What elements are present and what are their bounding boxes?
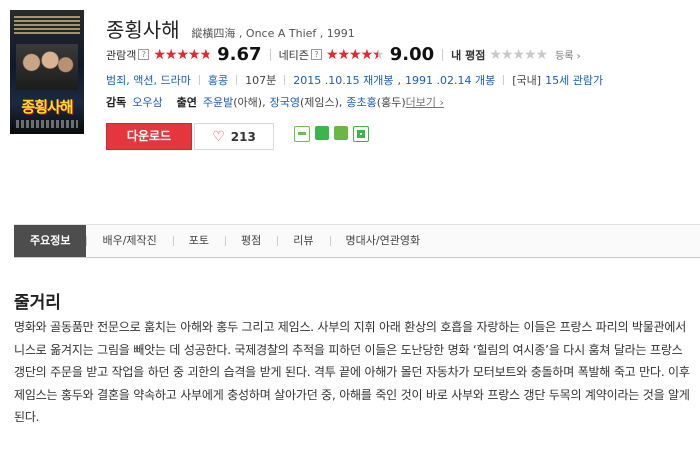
release-date-link[interactable]: 1991 .02.14 개봉 (405, 72, 495, 88)
line-share-icon[interactable] (315, 126, 329, 140)
movie-title: 종횡사해 (106, 18, 180, 42)
heart-icon: ♡ (212, 128, 225, 145)
tab-cast-crew[interactable]: 배우/제작진 (86, 225, 172, 257)
more-cast-link[interactable]: 더보기 › (406, 94, 444, 110)
my-rating-stars[interactable]: ★★★★★★★★★★ (489, 46, 548, 63)
tab-quotes-related[interactable]: 명대사/연관영화 (329, 225, 437, 257)
netizen-help-icon[interactable]: ? (310, 49, 322, 60)
share-icons (294, 126, 369, 142)
movie-poster[interactable]: 종횡사해 (10, 10, 84, 134)
title-row: 종횡사해 縱橫四海 , Once A Thief , 1991 (106, 14, 355, 43)
audience-score: 9.67 (217, 44, 262, 65)
band-share-icon[interactable] (334, 126, 348, 140)
runtime: 107분 (245, 74, 277, 87)
tab-photo[interactable]: 포토 (172, 225, 225, 257)
age-rating-link[interactable]: 15세 관람가 (545, 72, 603, 88)
genre-links[interactable]: 범죄, 액션, 드라마 (106, 72, 191, 88)
audience-rating-label: 관람객 (106, 48, 137, 62)
blog-share-icon[interactable] (294, 126, 310, 142)
country-link[interactable]: 홍콩 (208, 72, 228, 88)
rating-row: 관람객 ? ★★★★★★★★★★ 9.67 네티즌 ? ★★★★★★★★★★ 9… (106, 44, 581, 65)
divider (442, 48, 444, 61)
tab-reviews[interactable]: 리뷰 (277, 225, 329, 257)
director-label: 감독 (106, 96, 127, 109)
original-title: 縱橫四海 , Once A Thief , 1991 (191, 27, 355, 40)
separator-comma: , (397, 73, 402, 87)
poster-image-art (16, 44, 78, 90)
cafe-share-icon[interactable] (353, 126, 369, 142)
tab-ratings[interactable]: 평점 (225, 225, 277, 257)
tab-main-info[interactable]: 주요정보 (14, 225, 87, 257)
cast-link-3[interactable]: 종초홍 (346, 94, 376, 110)
divider (236, 75, 238, 85)
info-tabs: 주요정보 배우/제작진 포토 평점 리뷰 명대사/연관영화 (14, 224, 700, 258)
divider (198, 75, 200, 85)
divider (269, 48, 271, 61)
synopsis-heading: 줄거리 (14, 293, 61, 313)
movie-info-row: 범죄, 액션, 드라마 홍콩 107분 2015 .10.15 재개봉 , 19… (106, 72, 603, 88)
credits-row: 감독 오우삼 출연 주윤발 (아해), 장국영 (제임스), 종초홍 (홍두) … (106, 94, 444, 110)
audience-help-icon[interactable]: ? (138, 49, 150, 60)
audience-stars: ★★★★★ ★★★★★ (153, 47, 212, 62)
cast-role-1: (아해), (233, 96, 266, 109)
cast-link-1[interactable]: 주윤발 (203, 94, 233, 110)
poster-bottom-text-art (16, 120, 78, 128)
star-fill: ★★★★★ (325, 47, 378, 62)
my-rating-label: 내 평점 (451, 48, 486, 62)
rerelease-date-link[interactable]: 2015 .10.15 재개봉 (293, 72, 393, 88)
director-link[interactable]: 오우삼 (132, 94, 162, 110)
cast-role-3: (홍두) (376, 96, 406, 109)
netizen-stars: ★★★★★★★★★★ (325, 47, 385, 62)
star-fill: ★★★★★ (153, 47, 210, 62)
like-count: 213 (230, 129, 256, 144)
cast-link-2[interactable]: 장국영 (270, 94, 300, 110)
like-button[interactable]: ♡ 213 (194, 123, 274, 150)
divider (503, 75, 505, 85)
cast-label: 출연 (176, 96, 197, 109)
star-background: ★★★★★ (489, 46, 548, 63)
netizen-score: 9.00 (389, 44, 435, 65)
cast-role-2: (제임스), (299, 96, 343, 109)
poster-title: 종횡사해 (21, 98, 73, 116)
download-button[interactable]: 다운로드 (106, 123, 192, 150)
register-rating-link[interactable]: 등록 › (555, 47, 581, 62)
synopsis-text: 명화와 골동품만 전문으로 훔치는 아해와 홍두 그리고 제임스. 사부의 지휘… (14, 320, 690, 424)
rating-prefix: [국내] (512, 74, 542, 87)
netizen-rating-label: 네티즌 (278, 48, 309, 62)
divider (284, 75, 286, 85)
poster-top-text-art (14, 16, 80, 34)
